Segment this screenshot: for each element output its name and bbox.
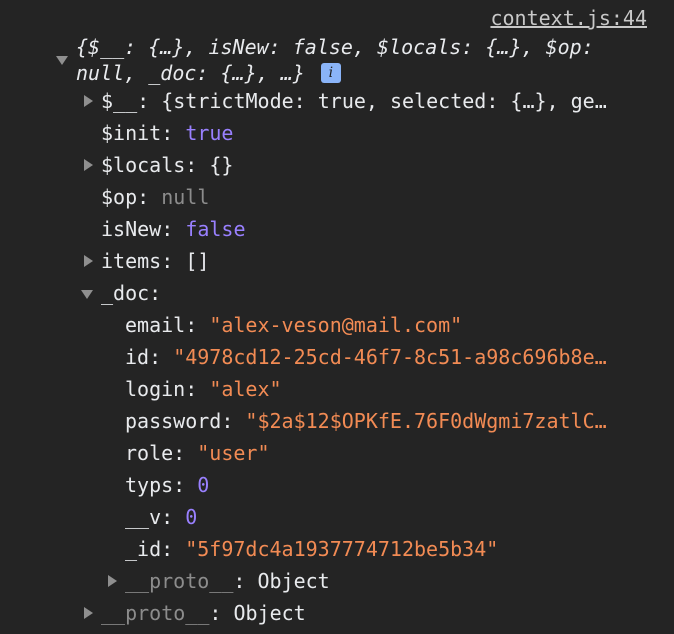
prop-key: items: [101, 249, 162, 273]
doc-field-role[interactable]: role: "user": [125, 438, 270, 468]
field-key: _id: [125, 537, 162, 561]
field-value: "alex-veson@mail.com": [209, 313, 463, 337]
prop-value: {strictMode: true, selected: {…}, ge…: [161, 89, 607, 113]
doc-field-id[interactable]: id: "4978cd12-25cd-46f7-8c51-a98c696b8e…: [125, 342, 661, 372]
expand-doc-proto-triangle-icon[interactable]: [108, 575, 117, 587]
field-key: login: [125, 377, 186, 401]
field-value: "user": [197, 441, 270, 465]
field-key: role: [125, 441, 174, 465]
field-key: __proto__: [125, 569, 234, 593]
prop-value: {}: [209, 153, 234, 177]
doc-field-email[interactable]: email: "alex-veson@mail.com": [125, 310, 462, 340]
doc-field-password[interactable]: password: "$2a$12$OPKfE.76F0dWgmi7zatlC…: [125, 406, 661, 436]
object-summary-text-2: null, _doc: {…}, …}: [76, 61, 305, 85]
doc-field-underscore-id[interactable]: _id: "5f97dc4a1937774712be5b34": [125, 534, 498, 564]
field-value: Object: [257, 569, 330, 593]
field-value: "alex": [209, 377, 282, 401]
prop-key: _doc: [101, 281, 150, 305]
field-value: "$2a$12$OPKfE.76F0dWgmi7zatlC…: [245, 409, 607, 433]
doc-field-v[interactable]: __v: 0: [125, 502, 197, 532]
expand-outer-proto-triangle-icon[interactable]: [84, 607, 93, 619]
prop-key: $op: [101, 185, 138, 209]
expand-dollar-underscore-triangle-icon[interactable]: [84, 95, 93, 107]
prop-locals[interactable]: $locals: {}: [101, 150, 233, 180]
prop-key: $locals: [101, 153, 186, 177]
prop-value: []: [185, 249, 210, 273]
object-summary-line2[interactable]: null, _doc: {…}, …} i: [76, 58, 341, 88]
prop-value: false: [185, 217, 246, 241]
expand-locals-triangle-icon[interactable]: [84, 159, 93, 171]
field-key: password: [125, 409, 222, 433]
field-value: 0: [185, 505, 198, 529]
prop-doc[interactable]: _doc:: [101, 278, 161, 308]
prop-isnew[interactable]: isNew: false: [101, 214, 246, 244]
doc-field-proto[interactable]: __proto__: Object: [125, 566, 330, 596]
prop-outer-proto[interactable]: __proto__: Object: [101, 598, 306, 628]
prop-value: true: [185, 121, 234, 145]
prop-key: __proto__: [101, 601, 210, 625]
prop-init[interactable]: $init: true: [101, 118, 233, 148]
doc-field-login[interactable]: login: "alex": [125, 374, 282, 404]
field-key: typs: [125, 473, 174, 497]
prop-value: Object: [233, 601, 306, 625]
field-value: "5f97dc4a1937774712be5b34": [185, 537, 499, 561]
field-value: "4978cd12-25cd-46f7-8c51-a98c696b8e…: [173, 345, 607, 369]
prop-op[interactable]: $op: null: [101, 182, 209, 212]
expand-root-triangle-icon[interactable]: [56, 56, 68, 65]
prop-key: $init: [101, 121, 162, 145]
field-key: __v: [125, 505, 162, 529]
prop-items[interactable]: items: []: [101, 246, 209, 276]
field-key: id: [125, 345, 150, 369]
field-key: email: [125, 313, 186, 337]
source-link[interactable]: context.js:44: [490, 6, 647, 30]
prop-key: isNew: [101, 217, 162, 241]
prop-dollar-underscore[interactable]: $__: {strictMode: true, selected: {…}, g…: [101, 86, 661, 116]
info-icon[interactable]: i: [320, 62, 341, 83]
field-value: 0: [197, 473, 210, 497]
prop-value: null: [161, 185, 210, 209]
expand-doc-triangle-icon[interactable]: [81, 290, 93, 299]
object-summary-text: {$__: {…}, isNew: false, $locals: {…}, $…: [76, 35, 594, 59]
prop-key: $__: [101, 89, 138, 113]
doc-field-typs[interactable]: typs: 0: [125, 470, 209, 500]
expand-items-triangle-icon[interactable]: [84, 255, 93, 267]
